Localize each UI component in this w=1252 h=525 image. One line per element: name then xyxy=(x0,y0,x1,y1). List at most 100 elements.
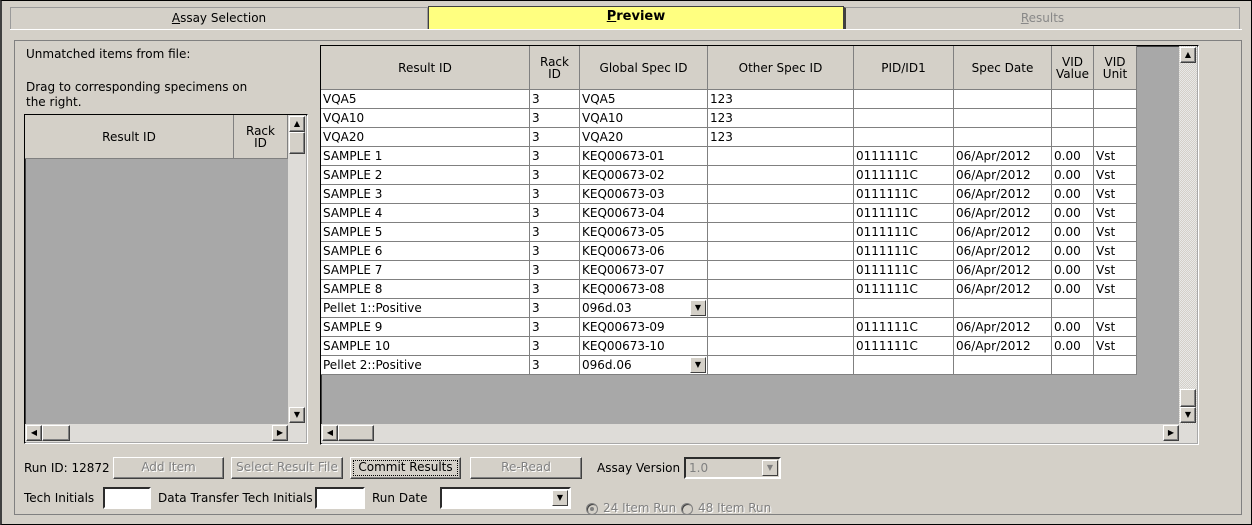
select-result-file-button[interactable]: Select Result File xyxy=(231,457,343,479)
cell-vid-unit[interactable]: Vst xyxy=(1094,185,1137,204)
cell-pid-id1[interactable]: 0111111C xyxy=(854,223,954,242)
cell-global-spec-id[interactable]: KEQ00673-07 xyxy=(580,261,708,280)
data-transfer-tech-initials-input[interactable] xyxy=(315,487,365,509)
cell-result-id[interactable]: SAMPLE 4 xyxy=(321,204,530,223)
cell-spec-date[interactable] xyxy=(954,90,1052,109)
assay-version-select[interactable]: 1.0 ▼ xyxy=(684,457,781,479)
down-arrow-icon[interactable]: ▼ xyxy=(1180,407,1196,423)
cell-global-spec-id[interactable]: 096d.06 ▼ xyxy=(580,356,708,375)
cell-result-id[interactable]: Pellet 1::Positive xyxy=(321,299,530,318)
col-pid-id1[interactable]: PID/ID1 xyxy=(854,46,954,90)
cell-result-id[interactable]: SAMPLE 8 xyxy=(321,280,530,299)
cell-other-spec-id[interactable] xyxy=(708,166,854,185)
cell-rack-id[interactable]: 3 xyxy=(530,109,580,128)
cell-vid-value[interactable]: 0.00 xyxy=(1052,147,1094,166)
commit-results-button[interactable]: Commit Results xyxy=(350,457,461,479)
cell-result-id[interactable]: VQA5 xyxy=(321,90,530,109)
preview-vscroll-thumb[interactable] xyxy=(1180,389,1196,407)
dropdown-arrow-icon[interactable]: ▼ xyxy=(762,460,778,476)
cell-spec-date[interactable]: 06/Apr/2012 xyxy=(954,261,1052,280)
cell-pid-id1[interactable] xyxy=(854,128,954,147)
table-row[interactable]: SAMPLE 5 3 KEQ00673-05 0111111C 06/Apr/2012 0… xyxy=(321,223,1137,242)
cell-vid-unit[interactable]: Vst xyxy=(1094,242,1137,261)
table-row[interactable]: SAMPLE 7 3 KEQ00673-07 0111111C 06/Apr/2012 0… xyxy=(321,261,1137,280)
cell-global-spec-id[interactable]: VQA20 xyxy=(580,128,708,147)
unmatched-col-result-id[interactable]: Result ID xyxy=(25,115,234,159)
cell-vid-value[interactable] xyxy=(1052,128,1094,147)
re-read-button[interactable]: Re-Read xyxy=(470,457,582,479)
col-spec-date[interactable]: Spec Date xyxy=(954,46,1052,90)
cell-result-id[interactable]: SAMPLE 5 xyxy=(321,223,530,242)
cell-other-spec-id[interactable] xyxy=(708,223,854,242)
cell-spec-date[interactable]: 06/Apr/2012 xyxy=(954,166,1052,185)
cell-vid-unit[interactable]: Vst xyxy=(1094,147,1137,166)
up-arrow-icon[interactable]: ▲ xyxy=(289,116,305,132)
cell-other-spec-id[interactable] xyxy=(708,280,854,299)
table-row[interactable]: SAMPLE 3 3 KEQ00673-03 0111111C 06/Apr/2012 0… xyxy=(321,185,1137,204)
cell-rack-id[interactable]: 3 xyxy=(530,337,580,356)
cell-other-spec-id[interactable] xyxy=(708,356,854,375)
table-row[interactable]: SAMPLE 4 3 KEQ00673-04 0111111C 06/Apr/2012 0… xyxy=(321,204,1137,223)
cell-result-id[interactable]: VQA10 xyxy=(321,109,530,128)
radio-24-item-run[interactable] xyxy=(586,503,598,515)
cell-pid-id1[interactable]: 0111111C xyxy=(854,185,954,204)
preview-grid[interactable]: Result ID Rack ID Global Spec ID Other Spec… xyxy=(320,45,1199,445)
right-arrow-icon[interactable]: ▶ xyxy=(1163,425,1179,441)
col-result-id[interactable]: Result ID xyxy=(321,46,530,90)
left-arrow-icon[interactable]: ◀ xyxy=(26,425,42,441)
cell-other-spec-id[interactable] xyxy=(708,337,854,356)
col-global-spec-id[interactable]: Global Spec ID xyxy=(580,46,708,90)
cell-vid-unit[interactable]: Vst xyxy=(1094,204,1137,223)
unmatched-col-rack-id[interactable]: Rack ID xyxy=(234,115,288,159)
unmatched-vscroll[interactable]: ▲ ▼ xyxy=(288,115,306,424)
cell-vid-unit[interactable]: Vst xyxy=(1094,223,1137,242)
cell-global-spec-id[interactable]: KEQ00673-10 xyxy=(580,337,708,356)
cell-rack-id[interactable]: 3 xyxy=(530,356,580,375)
cell-spec-date[interactable]: 06/Apr/2012 xyxy=(954,185,1052,204)
cell-rack-id[interactable]: 3 xyxy=(530,223,580,242)
unmatched-hscroll-thumb[interactable] xyxy=(42,425,70,441)
cell-result-id[interactable]: SAMPLE 2 xyxy=(321,166,530,185)
preview-hscroll-thumb[interactable] xyxy=(338,425,374,441)
unmatched-hscroll[interactable]: ◀ ▶ xyxy=(25,424,306,442)
down-arrow-icon[interactable]: ▼ xyxy=(289,407,305,423)
cell-rack-id[interactable]: 3 xyxy=(530,280,580,299)
cell-global-spec-id[interactable]: 096d.03 ▼ xyxy=(580,299,708,318)
cell-other-spec-id[interactable]: 123 xyxy=(708,109,854,128)
col-rack-id[interactable]: Rack ID xyxy=(530,46,580,90)
tech-initials-input[interactable] xyxy=(103,487,151,509)
table-row[interactable]: SAMPLE 9 3 KEQ00673-09 0111111C 06/Apr/2012 0… xyxy=(321,318,1137,337)
cell-other-spec-id[interactable] xyxy=(708,261,854,280)
cell-global-spec-id[interactable]: KEQ00673-04 xyxy=(580,204,708,223)
cell-spec-date[interactable] xyxy=(954,299,1052,318)
col-vid-value[interactable]: VID Value xyxy=(1052,46,1094,90)
cell-vid-value[interactable]: 0.00 xyxy=(1052,185,1094,204)
dropdown-arrow-icon[interactable]: ▼ xyxy=(690,357,706,373)
cell-vid-unit[interactable]: Vst xyxy=(1094,280,1137,299)
cell-result-id[interactable]: Pellet 2::Positive xyxy=(321,356,530,375)
cell-spec-date[interactable] xyxy=(954,356,1052,375)
cell-global-spec-id[interactable]: KEQ00673-03 xyxy=(580,185,708,204)
cell-pid-id1[interactable] xyxy=(854,90,954,109)
cell-vid-value[interactable] xyxy=(1052,356,1094,375)
table-row[interactable]: VQA20 3 VQA20 123 xyxy=(321,128,1137,147)
dropdown-arrow-icon[interactable]: ▼ xyxy=(552,490,568,506)
cell-rack-id[interactable]: 3 xyxy=(530,90,580,109)
cell-vid-value[interactable]: 0.00 xyxy=(1052,280,1094,299)
cell-pid-id1[interactable]: 0111111C xyxy=(854,242,954,261)
cell-vid-value[interactable] xyxy=(1052,90,1094,109)
cell-pid-id1[interactable] xyxy=(854,109,954,128)
cell-vid-value[interactable]: 0.00 xyxy=(1052,261,1094,280)
cell-spec-date[interactable]: 06/Apr/2012 xyxy=(954,147,1052,166)
tab-results[interactable]: Results xyxy=(844,7,1240,29)
cell-other-spec-id[interactable] xyxy=(708,318,854,337)
table-row[interactable]: SAMPLE 6 3 KEQ00673-06 0111111C 06/Apr/2012 0… xyxy=(321,242,1137,261)
cell-pid-id1[interactable] xyxy=(854,356,954,375)
cell-vid-value[interactable] xyxy=(1052,109,1094,128)
cell-global-spec-id[interactable]: KEQ00673-01 xyxy=(580,147,708,166)
cell-rack-id[interactable]: 3 xyxy=(530,185,580,204)
cell-spec-date[interactable]: 06/Apr/2012 xyxy=(954,204,1052,223)
cell-vid-unit[interactable] xyxy=(1094,356,1137,375)
left-arrow-icon[interactable]: ◀ xyxy=(322,425,338,441)
cell-result-id[interactable]: SAMPLE 3 xyxy=(321,185,530,204)
